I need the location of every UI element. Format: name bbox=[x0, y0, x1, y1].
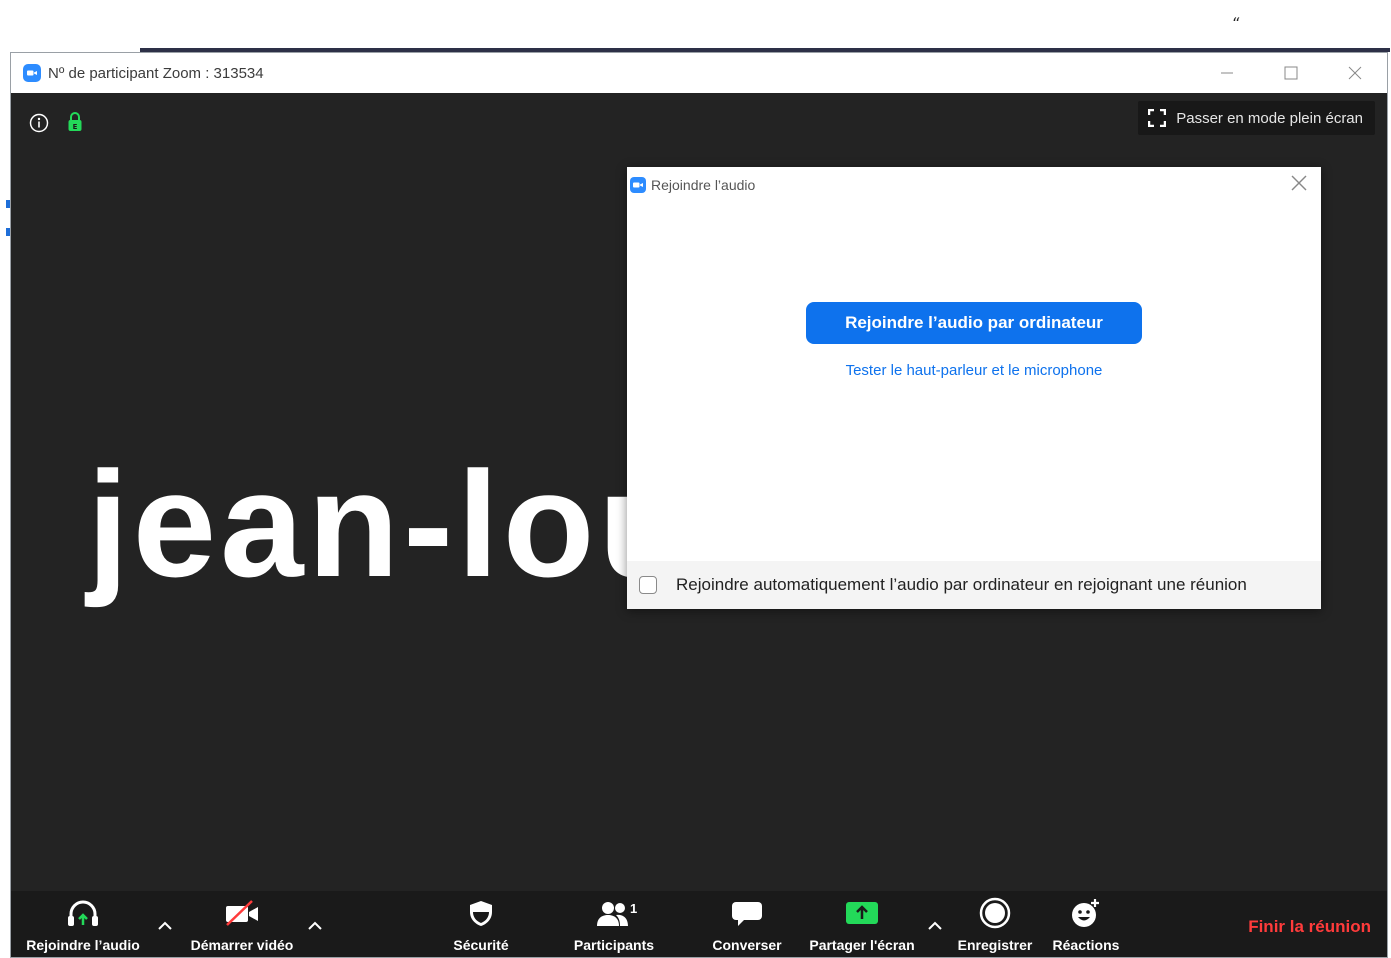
reactions-label: Réactions bbox=[1052, 937, 1120, 953]
share-screen-label: Partager l'écran bbox=[809, 937, 915, 953]
chat-button[interactable]: Converser bbox=[705, 895, 789, 957]
record-icon bbox=[978, 895, 1012, 931]
auto-join-checkbox[interactable] bbox=[639, 576, 657, 594]
reaction-icon bbox=[1069, 895, 1103, 931]
join-audio-label: Rejoindre l’audio bbox=[26, 937, 140, 953]
end-meeting-button[interactable]: Finir la réunion bbox=[1248, 917, 1371, 937]
info-icon[interactable] bbox=[29, 113, 49, 133]
chat-label: Converser bbox=[712, 937, 782, 953]
window-title: Nº de participant Zoom : 313534 bbox=[48, 64, 264, 82]
zoom-logo-icon bbox=[23, 64, 41, 82]
zoom-logo-icon bbox=[630, 177, 646, 193]
caret-up-icon[interactable] bbox=[157, 919, 173, 931]
participants-label: Participants bbox=[573, 937, 655, 953]
auto-join-label[interactable]: Rejoindre automatiquement l’audio par or… bbox=[676, 575, 1247, 595]
dialog-title-bar: Rejoindre l’audio bbox=[630, 175, 755, 195]
record-label: Enregistrer bbox=[957, 937, 1033, 953]
chat-icon bbox=[730, 895, 764, 931]
fullscreen-icon bbox=[1148, 109, 1167, 127]
title-bar: Nº de participant Zoom : 313534 bbox=[11, 53, 1387, 93]
security-label: Sécurité bbox=[453, 937, 509, 953]
window-controls bbox=[1195, 53, 1387, 93]
caret-up-icon[interactable] bbox=[927, 919, 943, 931]
participants-icon: 1 bbox=[584, 895, 644, 931]
lock-icon[interactable]: E bbox=[67, 111, 83, 133]
maximize-button[interactable] bbox=[1259, 53, 1323, 93]
top-quote-mark: “ bbox=[1232, 14, 1241, 33]
join-audio-dialog: Rejoindre l’audio Rejoindre l’audio par … bbox=[627, 167, 1321, 609]
shield-icon bbox=[467, 895, 495, 931]
participants-count: 1 bbox=[630, 901, 638, 916]
record-button[interactable]: Enregistrer bbox=[951, 895, 1039, 957]
reactions-button[interactable]: Réactions bbox=[1045, 895, 1127, 957]
start-video-button[interactable]: Démarrer vidéo bbox=[177, 895, 307, 957]
share-screen-button[interactable]: Partager l'écran bbox=[801, 895, 923, 957]
fullscreen-label: Passer en mode plein écran bbox=[1176, 109, 1363, 127]
dialog-footer: Rejoindre automatiquement l’audio par or… bbox=[627, 561, 1321, 609]
test-speaker-microphone-link[interactable]: Tester le haut-parleur et le microphone bbox=[627, 362, 1321, 379]
caret-up-icon[interactable] bbox=[307, 919, 323, 931]
zoom-meeting-window: Nº de participant Zoom : 313534 E Passer… bbox=[10, 52, 1388, 958]
minimize-button[interactable] bbox=[1195, 53, 1259, 93]
join-computer-audio-button[interactable]: Rejoindre l’audio par ordinateur bbox=[806, 302, 1142, 344]
dialog-title: Rejoindre l’audio bbox=[651, 177, 756, 193]
join-audio-button[interactable]: Rejoindre l’audio bbox=[15, 895, 151, 957]
start-video-label: Démarrer vidéo bbox=[190, 937, 294, 953]
meeting-toolbar: Rejoindre l’audio Démarrer vidéo Sécurit… bbox=[11, 891, 1387, 957]
video-off-icon bbox=[222, 895, 262, 931]
participant-name-display: jean-lou bbox=[87, 440, 695, 608]
share-icon bbox=[845, 895, 879, 931]
fullscreen-button[interactable]: Passer en mode plein écran bbox=[1138, 101, 1375, 135]
close-window-button[interactable] bbox=[1323, 53, 1387, 93]
participants-button[interactable]: 1 Participants bbox=[561, 895, 667, 957]
security-button[interactable]: Sécurité bbox=[441, 895, 521, 957]
svg-text:E: E bbox=[73, 123, 78, 131]
headphone-icon bbox=[65, 895, 101, 931]
close-icon[interactable] bbox=[1289, 173, 1309, 193]
